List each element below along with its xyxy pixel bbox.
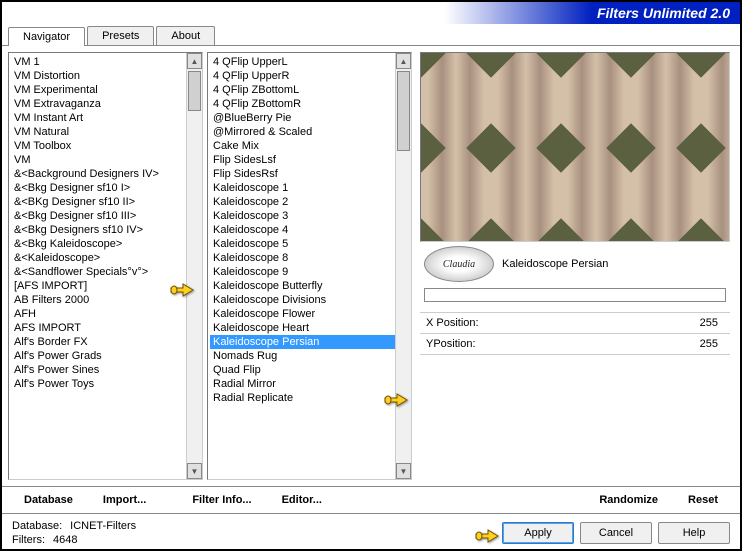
list-item[interactable]: VM Natural (11, 125, 200, 139)
db-value: ICNET-Filters (70, 520, 136, 532)
filters-value: 4648 (53, 534, 77, 546)
scrollbar[interactable]: ▲ ▼ (395, 53, 411, 479)
reset-button[interactable]: Reset (676, 490, 730, 510)
list-item[interactable]: Nomads Rug (210, 349, 409, 363)
list-item[interactable]: &<Bkg Designers sf10 IV> (11, 223, 200, 237)
param-value: 255 (700, 317, 724, 329)
dialog-window: Filters Unlimited 2.0 Navigator Presets … (0, 0, 742, 551)
list-item[interactable]: Cake Mix (210, 139, 409, 153)
database-button[interactable]: Database (12, 490, 85, 510)
cancel-button[interactable]: Cancel (580, 522, 652, 544)
help-button[interactable]: Help (658, 522, 730, 544)
tab-about[interactable]: About (156, 26, 215, 45)
list-item[interactable]: 4 QFlip UpperL (210, 55, 409, 69)
list-item[interactable]: 4 QFlip ZBottomL (210, 83, 409, 97)
list-item[interactable]: [AFS IMPORT] (11, 279, 200, 293)
filter-list[interactable]: 4 QFlip UpperL4 QFlip UpperR4 QFlip ZBot… (207, 52, 412, 480)
param-row: X Position: 255 (420, 315, 730, 331)
toolbar: Database Import... Filter Info... Editor… (2, 486, 740, 514)
param-label: YPosition: (426, 338, 526, 350)
list-item[interactable]: 4 QFlip UpperR (210, 69, 409, 83)
list-item[interactable]: Kaleidoscope Persian (210, 335, 409, 349)
param-label: X Position: (426, 317, 526, 329)
import-button[interactable]: Import... (91, 490, 158, 510)
category-list[interactable]: VM 1VM DistortionVM ExperimentalVM Extra… (8, 52, 203, 480)
list-item[interactable]: VM Extravaganza (11, 97, 200, 111)
list-item[interactable]: VM Distortion (11, 69, 200, 83)
selected-filter-name: Kaleidoscope Persian (502, 258, 726, 270)
list-item[interactable]: VM (11, 153, 200, 167)
list-item[interactable]: AFS IMPORT (11, 321, 200, 335)
list-item[interactable]: Alf's Power Sines (11, 363, 200, 377)
filter-info-button[interactable]: Filter Info... (180, 490, 263, 510)
list-item[interactable]: @Mirrored & Scaled (210, 125, 409, 139)
list-item[interactable]: Quad Flip (210, 363, 409, 377)
tab-presets[interactable]: Presets (87, 26, 154, 45)
list-item[interactable]: Flip SidesLsf (210, 153, 409, 167)
progress-bar (424, 288, 726, 302)
list-item[interactable]: Kaleidoscope 5 (210, 237, 409, 251)
filters-label: Filters: (12, 534, 45, 546)
list-item[interactable]: VM Toolbox (11, 139, 200, 153)
list-item[interactable]: Kaleidoscope 2 (210, 195, 409, 209)
list-item[interactable]: &<Background Designers IV> (11, 167, 200, 181)
list-item[interactable]: Kaleidoscope Flower (210, 307, 409, 321)
list-item[interactable]: Radial Mirror (210, 377, 409, 391)
hand-pointer-icon (474, 524, 500, 547)
list-item[interactable]: VM Experimental (11, 83, 200, 97)
param-value: 255 (700, 338, 724, 350)
list-item[interactable]: Kaleidoscope Heart (210, 321, 409, 335)
preview-image (420, 52, 730, 242)
list-item[interactable]: Kaleidoscope 1 (210, 181, 409, 195)
scroll-thumb[interactable] (188, 71, 201, 111)
list-item[interactable]: Kaleidoscope 8 (210, 251, 409, 265)
randomize-button[interactable]: Randomize (587, 490, 670, 510)
list-item[interactable]: Kaleidoscope Divisions (210, 293, 409, 307)
list-item[interactable]: &<Sandflower Specials°v°> (11, 265, 200, 279)
tab-navigator[interactable]: Navigator (8, 27, 85, 46)
list-item[interactable]: AB Filters 2000 (11, 293, 200, 307)
titlebar: Filters Unlimited 2.0 (2, 2, 740, 24)
list-item[interactable]: &<Bkg Designer sf10 I> (11, 181, 200, 195)
title-text: Filters Unlimited 2.0 (597, 5, 730, 21)
list-item[interactable]: Kaleidoscope 3 (210, 209, 409, 223)
list-item[interactable]: Alf's Power Toys (11, 377, 200, 391)
param-row: YPosition: 255 (420, 336, 730, 352)
list-item[interactable]: @BlueBerry Pie (210, 111, 409, 125)
db-label: Database: (12, 520, 62, 532)
list-item[interactable]: VM 1 (11, 55, 200, 69)
footer-info: Database: ICNET-Filters Filters: 4648 (12, 520, 136, 546)
list-item[interactable]: AFH (11, 307, 200, 321)
list-item[interactable]: Kaleidoscope Butterfly (210, 279, 409, 293)
list-item[interactable]: Alf's Power Grads (11, 349, 200, 363)
editor-button[interactable]: Editor... (270, 490, 334, 510)
scroll-down-icon[interactable]: ▼ (187, 463, 202, 479)
scroll-thumb[interactable] (397, 71, 410, 151)
list-item[interactable]: Kaleidoscope 4 (210, 223, 409, 237)
list-item[interactable]: &<BKg Designer sf10 II> (11, 195, 200, 209)
claudia-badge: Claudia (424, 246, 494, 282)
list-item[interactable]: &<Bkg Designer sf10 III> (11, 209, 200, 223)
list-item[interactable]: 4 QFlip ZBottomR (210, 97, 409, 111)
preview-panel: Claudia Kaleidoscope Persian X Position:… (416, 52, 734, 480)
scroll-down-icon[interactable]: ▼ (396, 463, 411, 479)
list-item[interactable]: Kaleidoscope 9 (210, 265, 409, 279)
apply-button[interactable]: Apply (502, 522, 574, 544)
main-panel: VM 1VM DistortionVM ExperimentalVM Extra… (2, 46, 740, 486)
footer: Database: ICNET-Filters Filters: 4648 Appl… (2, 514, 740, 552)
list-item[interactable]: Radial Replicate (210, 391, 409, 405)
kaleidoscope-preview (421, 53, 729, 241)
list-item[interactable]: &<Bkg Kaleidoscope> (11, 237, 200, 251)
list-item[interactable]: VM Instant Art (11, 111, 200, 125)
list-item[interactable]: Alf's Border FX (11, 335, 200, 349)
list-item[interactable]: Flip SidesRsf (210, 167, 409, 181)
scroll-up-icon[interactable]: ▲ (396, 53, 411, 69)
scrollbar[interactable]: ▲ ▼ (186, 53, 202, 479)
scroll-up-icon[interactable]: ▲ (187, 53, 202, 69)
tabs: Navigator Presets About (2, 24, 740, 46)
list-item[interactable]: &<Kaleidoscope> (11, 251, 200, 265)
